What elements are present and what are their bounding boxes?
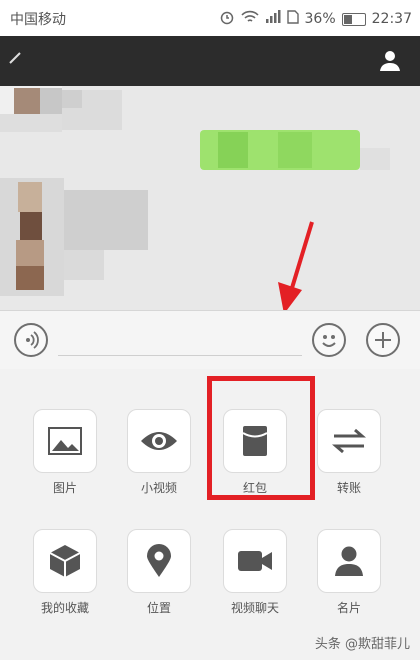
highlight-annotation-box [207,376,315,500]
panel-item-contact-card[interactable]: 名片 [304,529,394,616]
signal-icon [265,10,281,28]
profile-icon[interactable] [378,48,402,76]
pixel-block [16,266,44,290]
location-tile[interactable] [127,529,191,593]
more-options-button[interactable] [366,323,400,357]
panel-item-label: 我的收藏 [40,601,89,615]
panel-item-label: 视频聊天 [230,601,279,615]
wifi-icon [240,10,259,28]
sim-icon [286,10,299,28]
carrier-name: 中国移动 [10,12,66,28]
pixel-block [0,114,62,132]
panel-item-label: 位置 [146,601,171,615]
pixel-block [16,240,44,266]
panel-item-label: 名片 [336,601,361,615]
pixel-block [40,88,62,114]
location-pin-icon [147,544,171,577]
pixel-block [18,182,42,212]
pixel-block [64,250,104,280]
red-arrow-annotation [278,221,314,310]
transfer-tile[interactable] [317,409,381,473]
panel-item-label: 转账 [336,481,361,495]
watermark: 头条 @欺甜菲儿 [314,637,410,652]
pixel-block [360,148,390,170]
video-chat-tile[interactable] [223,529,287,593]
battery-percent: 36% [304,11,336,27]
battery-icon [341,12,366,26]
pixel-block [20,212,42,240]
panel-item-label: 小视频 [140,481,177,495]
pixel-block [218,132,248,168]
panel-item-location[interactable]: 位置 [114,529,204,616]
plus-icon [375,332,391,348]
favorites-tile[interactable] [33,529,97,593]
panel-item-short-video[interactable]: 小视频 [114,409,204,496]
chat-input-bar [0,310,420,370]
emoji-button[interactable] [312,323,346,357]
cube-icon [49,545,81,577]
pixelated-message [64,190,148,250]
status-icons: 36% 22:37 [219,9,412,29]
pixel-block [62,90,82,108]
panel-item-video-chat[interactable]: 视频聊天 [210,529,300,616]
clock: 22:37 [371,11,412,27]
alarm-icon [219,9,235,29]
panel-item-label: 图片 [52,481,77,495]
person-card-icon [335,546,363,576]
video-camera-icon [238,551,272,571]
transfer-icon [332,428,366,454]
voice-icon [26,331,39,349]
chat-title-bar [0,36,420,86]
back-icon[interactable] [8,50,22,69]
message-input-line[interactable] [58,355,302,356]
image-tile[interactable] [33,409,97,473]
eye-icon [141,432,177,450]
contact-card-tile[interactable] [317,529,381,593]
voice-button[interactable] [14,323,48,357]
image-icon [48,427,82,455]
chat-message-area [0,86,420,310]
pixel-block [14,88,40,114]
panel-item-favorites[interactable]: 我的收藏 [20,529,110,616]
short-video-tile[interactable] [127,409,191,473]
panel-item-image[interactable]: 图片 [20,409,110,496]
panel-item-transfer[interactable]: 转账 [304,409,394,496]
emoji-icon [322,335,336,347]
status-bar: 中国移动 36% 22:37 [0,0,420,36]
pixel-block [278,132,312,168]
